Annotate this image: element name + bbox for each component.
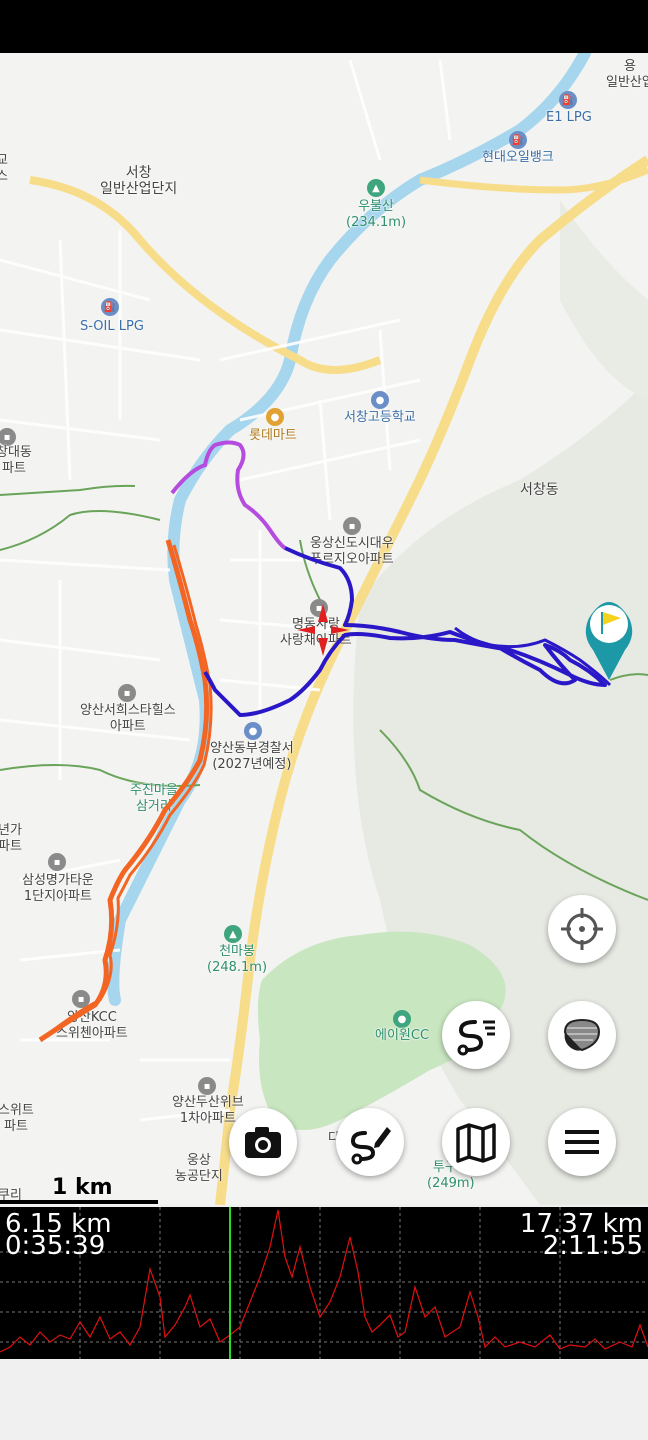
scale-bar (0, 1200, 158, 1204)
current-position-marker (297, 604, 349, 656)
layers-icon (563, 1018, 601, 1052)
draw-route-icon (350, 1127, 391, 1165)
cursor-time: 0:35:39 (5, 1231, 106, 1261)
status-bar (0, 0, 648, 53)
camera-icon (245, 1127, 281, 1158)
route-list-button[interactable] (442, 1001, 510, 1069)
track-orange-segment-return (47, 544, 213, 1036)
folded-map-icon (456, 1123, 496, 1163)
total-time: 2:11:55 (542, 1231, 643, 1261)
crosshair-icon (561, 908, 603, 950)
hamburger-icon (565, 1130, 599, 1154)
track-orange-segment (38, 539, 210, 1043)
elevation-profile[interactable]: 6.15 km 0:35:39 17.37 km 2:11:55 (0, 1207, 648, 1359)
menu-button[interactable] (548, 1108, 616, 1176)
map-view[interactable]: ▲ ⛽ ⛽ ⛽ ● ● ▪ ▪ ▪ ▪ ▪ ▪ ▪ ● ▲ ● 서창 일반산업단지… (0, 53, 648, 1205)
track-blue-segment (203, 546, 607, 717)
locate-button[interactable] (548, 895, 616, 963)
bottom-blank-area (0, 1359, 648, 1440)
scale-label: 1 km (52, 1175, 113, 1200)
draw-route-button[interactable] (336, 1108, 404, 1176)
route-list-icon (457, 1020, 495, 1056)
layers-button[interactable] (548, 1001, 616, 1069)
camera-button[interactable] (229, 1108, 297, 1176)
track-purple-segment (170, 440, 287, 550)
map-type-button[interactable] (442, 1108, 510, 1176)
